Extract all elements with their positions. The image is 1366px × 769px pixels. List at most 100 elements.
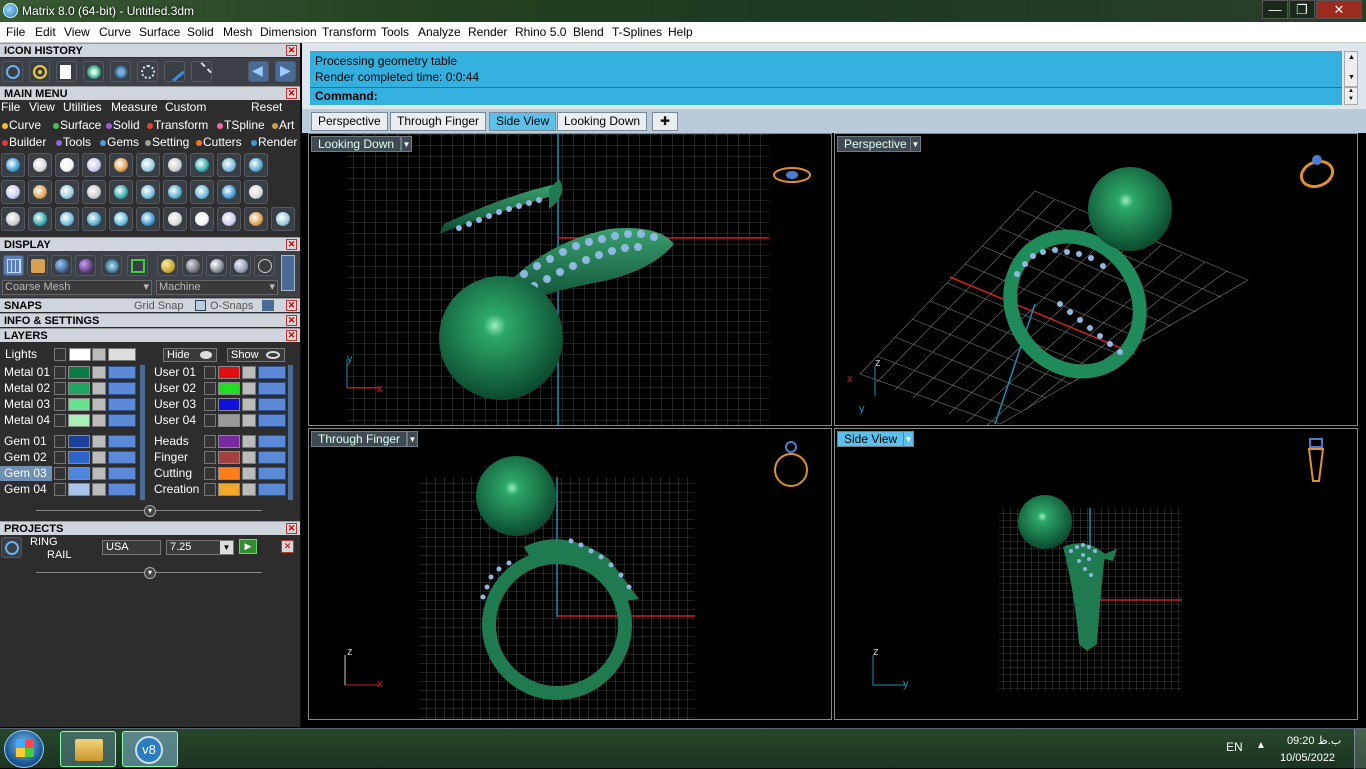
viewport-label[interactable]: Perspective [837,136,914,152]
tab-perspective[interactable]: Perspective [311,112,388,131]
menu-tsplines[interactable]: T-Splines [612,25,662,39]
layer-row[interactable]: Finger [150,450,295,465]
lock-icon[interactable] [92,467,106,480]
size-select[interactable]: 7.25 ▼ [166,540,234,555]
close-icon[interactable]: ✕ [286,330,297,341]
expand-arrow-icon[interactable] [54,467,66,480]
wire-icon[interactable] [217,153,241,177]
viewport-looking-down[interactable]: y x Looking Down ▼ [308,133,832,426]
close-icon[interactable]: ✕ [281,540,294,553]
menu-view[interactable]: View [64,25,90,39]
layer-name[interactable]: Gem 03 [0,466,52,481]
viewport-label[interactable]: Through Finger [311,431,408,447]
visibility-icon[interactable] [108,467,136,480]
viewport-label[interactable]: Side View [837,431,905,447]
tube-icon[interactable] [136,207,160,231]
realtime-icon[interactable] [101,255,122,276]
layer-color-swatch[interactable] [68,483,90,496]
menu-help[interactable]: Help [668,25,693,39]
expand-arrow-icon[interactable] [54,414,66,427]
layer-name[interactable]: Cutting [150,466,202,481]
expand-arrow-icon[interactable] [204,366,216,379]
layer-row[interactable]: Creation [150,482,295,497]
main-menu-file[interactable]: File [1,100,20,114]
maximize-button[interactable]: ❐ [1289,0,1315,19]
gem-icon[interactable] [1,153,25,177]
lock-icon[interactable] [92,451,106,464]
prong-icon[interactable] [28,153,52,177]
layer-color-swatch[interactable] [218,435,240,448]
main-menu-utilities[interactable]: Utilities [63,100,102,114]
expand-arrow-icon[interactable] [54,451,66,464]
bezel-icon[interactable] [136,153,160,177]
menu-tools-item[interactable]: Tools [56,135,91,149]
array-icon[interactable] [1,207,25,231]
clock-date[interactable]: 10/05/2022 [1280,752,1335,764]
lock-icon[interactable] [242,414,256,427]
layer-name[interactable]: User 04 [150,413,202,428]
collapse-icon[interactable]: ▾ [144,505,156,517]
show-desktop-button[interactable] [1354,729,1366,769]
minimize-button[interactable]: — [1262,0,1288,19]
ring-icon[interactable] [2,61,23,82]
gold-material-icon[interactable] [157,255,178,276]
menu-render-item[interactable]: Render [251,135,297,149]
circle-icon[interactable] [271,207,295,231]
layer-name[interactable]: User 02 [150,381,202,396]
layer-row[interactable]: Gem 01 [0,434,145,449]
expand-arrow-icon[interactable] [54,435,66,448]
head-icon[interactable] [82,153,106,177]
visibility-icon[interactable] [108,451,136,464]
move-icon[interactable] [109,207,133,231]
curve-icon[interactable] [164,61,185,82]
close-icon[interactable]: ✕ [286,300,297,311]
platinum-material-icon[interactable] [230,255,251,276]
menu-builder-item[interactable]: Builder [2,135,46,149]
command-input[interactable] [390,88,1330,105]
layer-color-swatch[interactable] [218,451,240,464]
layer-row[interactable]: User 02 [150,381,295,396]
expand-arrow-icon[interactable] [204,467,216,480]
tab-looking-down[interactable]: Looking Down [557,112,648,131]
light-icon[interactable] [55,153,79,177]
layer-color-swatch[interactable] [68,467,90,480]
layer-color-swatch[interactable] [218,366,240,379]
main-menu-reset[interactable]: Reset [251,100,282,114]
menu-surface[interactable]: Surface [139,25,180,39]
add-tab-icon[interactable]: ✚ [652,112,678,131]
lock-icon[interactable] [92,366,106,379]
visibility-icon[interactable] [108,382,136,395]
scroll-down-icon[interactable]: ▼ [1348,74,1355,81]
scroll-up-icon[interactable]: ▲ [1348,54,1355,61]
layer-row[interactable]: Cutting [150,466,295,481]
expand-arrow-icon[interactable] [54,366,66,379]
prompt-spinner[interactable]: ▲ ▼ [1344,87,1358,105]
layer-name[interactable]: User 01 [150,365,202,380]
run-button[interactable]: ▶ [239,539,257,554]
layer-color-swatch[interactable] [218,467,240,480]
menu-mesh[interactable]: Mesh [223,25,252,39]
shank-icon[interactable] [109,153,133,177]
visibility-icon[interactable] [258,467,286,480]
chain-icon[interactable] [109,180,133,204]
expand-arrow-icon[interactable] [204,414,216,427]
language-indicator[interactable]: EN [1226,740,1243,754]
layer-color-swatch[interactable] [68,451,90,464]
expand-arrow-icon[interactable] [204,483,216,496]
chevron-down-icon[interactable]: ▼ [903,431,914,447]
layer-color-swatch[interactable] [218,483,240,496]
layer-color-swatch[interactable] [68,382,90,395]
visibility-icon[interactable] [108,348,136,361]
main-menu-measure[interactable]: Measure [111,100,158,114]
expand-arrow-icon[interactable] [54,348,66,361]
lock-icon[interactable] [92,483,106,496]
tab-side-view[interactable]: Side View [489,112,557,131]
layer-row[interactable]: Metal 04 [0,413,145,428]
layer-name[interactable]: Metal 04 [0,413,52,428]
rail-icon[interactable] [55,207,79,231]
ghosted-sphere-icon[interactable] [75,255,96,276]
scroll-down-icon[interactable]: ▼ [1348,96,1354,102]
menu-rhino[interactable]: Rhino 5.0 [515,25,566,39]
viewport-through-finger[interactable]: z x Through Finger ▼ [308,428,832,720]
menu-file[interactable]: File [6,25,25,39]
